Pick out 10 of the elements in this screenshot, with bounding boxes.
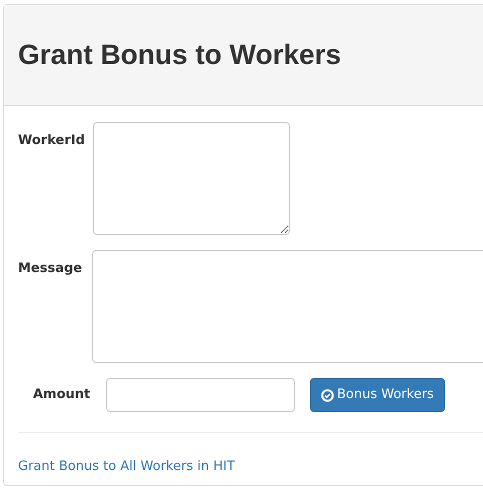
bonus-workers-button[interactable]: Bonus Workers xyxy=(310,378,445,412)
check-circle-icon xyxy=(321,388,334,402)
panel-title: Grant Bonus to Workers xyxy=(18,41,342,69)
message-field[interactable] xyxy=(92,250,483,363)
amount-field[interactable] xyxy=(106,378,295,412)
field-label: WorkerId xyxy=(18,132,86,150)
workerid-field[interactable] xyxy=(93,122,290,235)
grant-all-link[interactable]: Grant Bonus to All Workers in HIT xyxy=(18,459,235,474)
amount-label: Amount xyxy=(33,386,92,404)
field-label: Message xyxy=(18,260,84,278)
